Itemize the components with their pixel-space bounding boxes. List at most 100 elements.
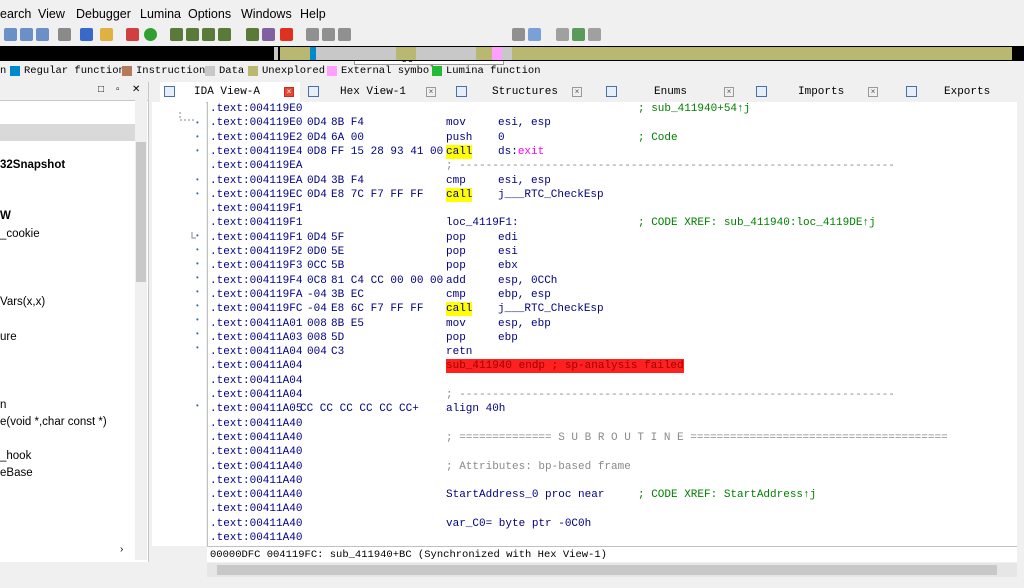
toolbar-icon[interactable] [126,28,139,41]
disassembly-row[interactable]: .text:004119EA ; ------------------------… [208,159,1016,173]
disassembly-row[interactable]: .text:004119F1 loc_4119F1: ; CODE XREF: su… [208,216,1016,230]
function-item[interactable]: eBase [0,467,33,479]
disassembly-row[interactable]: .text:004119F4 0C8 81 C4 CC 00 00 00 add esp… [208,274,1016,288]
tab-structures[interactable]: Structures × [452,82,594,102]
function-item[interactable]: 32Snapshot [0,159,65,171]
tab-imports[interactable]: Imports × [752,82,900,102]
toolbar-icon[interactable] [218,28,231,41]
toolbar-icon[interactable] [512,28,525,41]
menu-view[interactable]: View [38,7,65,21]
tab-icon [906,86,917,97]
scrollbar-thumb[interactable] [217,565,997,575]
dot-icon: • [196,118,199,127]
function-item[interactable]: W [0,210,11,222]
pause-icon[interactable] [322,28,335,41]
disassembly-row[interactable]: .text:00411A40 ; ============== S U B R O… [208,431,1016,445]
disassembly-row[interactable]: .text:00411A40 [208,445,1016,459]
disassembly-row[interactable]: .text:004119EC 0D4 E8 7C F7 FF FF call j___R… [208,187,1016,202]
selected-row[interactable] [0,124,135,141]
disassembly-row[interactable]: .text:004119F1 0D4 5F pop edi [208,231,1016,245]
toolbar-icon[interactable] [100,28,113,41]
disassembly-row[interactable]: .text:00411A40 [208,531,1016,545]
opcode-bytes: 8B E5 [331,317,365,330]
stop-icon[interactable] [338,28,351,41]
disassembly-row[interactable]: .text:004119F2 0D0 5E pop esi [208,245,1016,259]
disassembly-row[interactable]: .text:00411A01 008 8B E5 mov esp, ebp [208,317,1016,331]
function-item[interactable]: e(void *,char const *) [0,416,107,428]
disassembly-row[interactable]: .text:004119F1 [208,202,1016,216]
disassembly-row[interactable]: .text:00411A40 [208,474,1016,488]
disassembly-row[interactable]: .text:00411A03 008 5D pop ebp [208,331,1016,345]
toolbar-icon[interactable] [36,28,49,41]
close-icon[interactable]: × [426,87,436,97]
disassembly-row[interactable]: .text:004119EA 0D4 3B F4 cmp esi, esp [208,174,1016,188]
disassembly-row[interactable]: .text:00411A40 [208,502,1016,516]
toolbar-icon[interactable] [186,28,199,41]
toolbar-icon[interactable] [80,28,93,41]
comment: ; CODE XREF: sub_411940:loc_4119DE↑j [638,217,876,230]
disassembly-row[interactable]: .text:004119E4 0D8 FF 15 28 93 41 00 call ds… [208,144,1016,159]
close-icon[interactable] [280,28,293,41]
function-item[interactable]: Vars(x,x) [0,296,45,308]
mnemonic: loc_4119F1: [446,217,519,230]
disassembly-row[interactable]: .text:00411A40 [208,417,1016,431]
disassembly-row[interactable]: .text:004119FC -04 E8 6C F7 FF FF call j___R… [208,302,1016,317]
disassembly-row[interactable]: .text:00411A40 var_C0= byte ptr -0C0h [208,517,1016,531]
menu-options[interactable]: Options [188,7,231,21]
menu-windows[interactable]: Windows [241,7,292,21]
disassembly-row[interactable]: .text:004119F3 0CC 5B pop ebx [208,259,1016,273]
function-item[interactable]: _hook [0,450,31,462]
disassembly-row[interactable]: .text:00411A40 ; Attributes: bp-based fra… [208,460,1016,474]
toolbar-icon[interactable] [144,28,157,41]
close-icon[interactable]: × [724,87,734,97]
tab-hex-view-1[interactable]: Hex View-1 × [304,82,444,102]
menu-debugger[interactable]: Debugger [76,7,131,21]
disassembly-row[interactable]: .text:004119FA -04 3B EC cmp ebp, esp [208,288,1016,302]
function-item[interactable]: _cookie [0,228,40,240]
chevron-right-icon[interactable]: › [120,544,123,555]
toolbar-icon[interactable] [170,28,183,41]
toolbar-icon[interactable] [202,28,215,41]
toolbar-icon[interactable] [4,28,17,41]
disassembly-row[interactable]: .text:004119E0 ; sub_411940+54↑j [208,102,1016,116]
menu-lumina[interactable]: Lumina [140,7,181,21]
function-item[interactable]: n [0,399,6,411]
toolbar-icon[interactable] [20,28,33,41]
disassembly-row[interactable]: .text:00411A04 004 C3 retn [208,345,1016,359]
toolbar-icon[interactable] [246,28,259,41]
menu-help[interactable]: Help [300,7,326,21]
toolbar-icon[interactable] [572,28,585,41]
restore-icon[interactable]: □ [98,84,104,95]
tab-enums[interactable]: Enums × [602,82,750,102]
disassembly-row[interactable]: .text:004119E2 0D4 6A 00 push 0 ; Code [208,131,1016,145]
attributes-comment: ; Attributes: bp-based frame [446,460,631,473]
disassembly-view[interactable]: .text:004119E0; sub_411940+54↑j .text:004… [207,102,1018,546]
menu-search[interactable]: earch [0,7,31,21]
toolbar-icon[interactable] [556,28,569,41]
tab-ida-view-a[interactable]: IDA View-A × [160,82,300,102]
toolbar-icon[interactable] [262,28,275,41]
disassembly-row[interactable]: .text:004119E0 0D4 8B F4 mov esi, esp [208,116,1016,130]
disassembly-row[interactable]: .text:00411A04 [208,374,1016,388]
horizontal-scrollbar[interactable] [207,563,1017,577]
dot-icon: • [196,329,199,338]
float-icon[interactable]: ▫ [116,84,120,95]
navigation-band[interactable] [0,46,1024,61]
close-icon[interactable]: × [868,87,878,97]
play-icon[interactable] [306,28,319,41]
function-item[interactable]: ure [0,331,17,343]
disassembly-row[interactable]: .text:00411A04 ; ------------------------… [208,388,1016,402]
toolbar-icon[interactable] [58,28,71,41]
disassembly-row[interactable]: .text:00411A40 StartAddress_0 proc near ; … [208,488,1016,502]
toolbar-icon[interactable] [528,28,541,41]
address: .text:00411A40 [210,417,303,430]
close-icon[interactable]: ✕ [132,84,140,95]
disassembly-row[interactable]: .text:00411A05 CC CC CC CC CC CC+ align 40… [208,402,1016,416]
scrollbar-thumb[interactable] [136,142,146,282]
vertical-scrollbar[interactable] [1017,102,1024,562]
close-icon[interactable]: × [284,87,294,97]
toolbar-icon[interactable] [588,28,601,41]
tab-exports[interactable]: Exports [902,82,1022,102]
disassembly-row[interactable]: .text:00411A04 sub_411940 endp ; sp-analy… [208,359,1016,374]
close-icon[interactable]: × [572,87,582,97]
